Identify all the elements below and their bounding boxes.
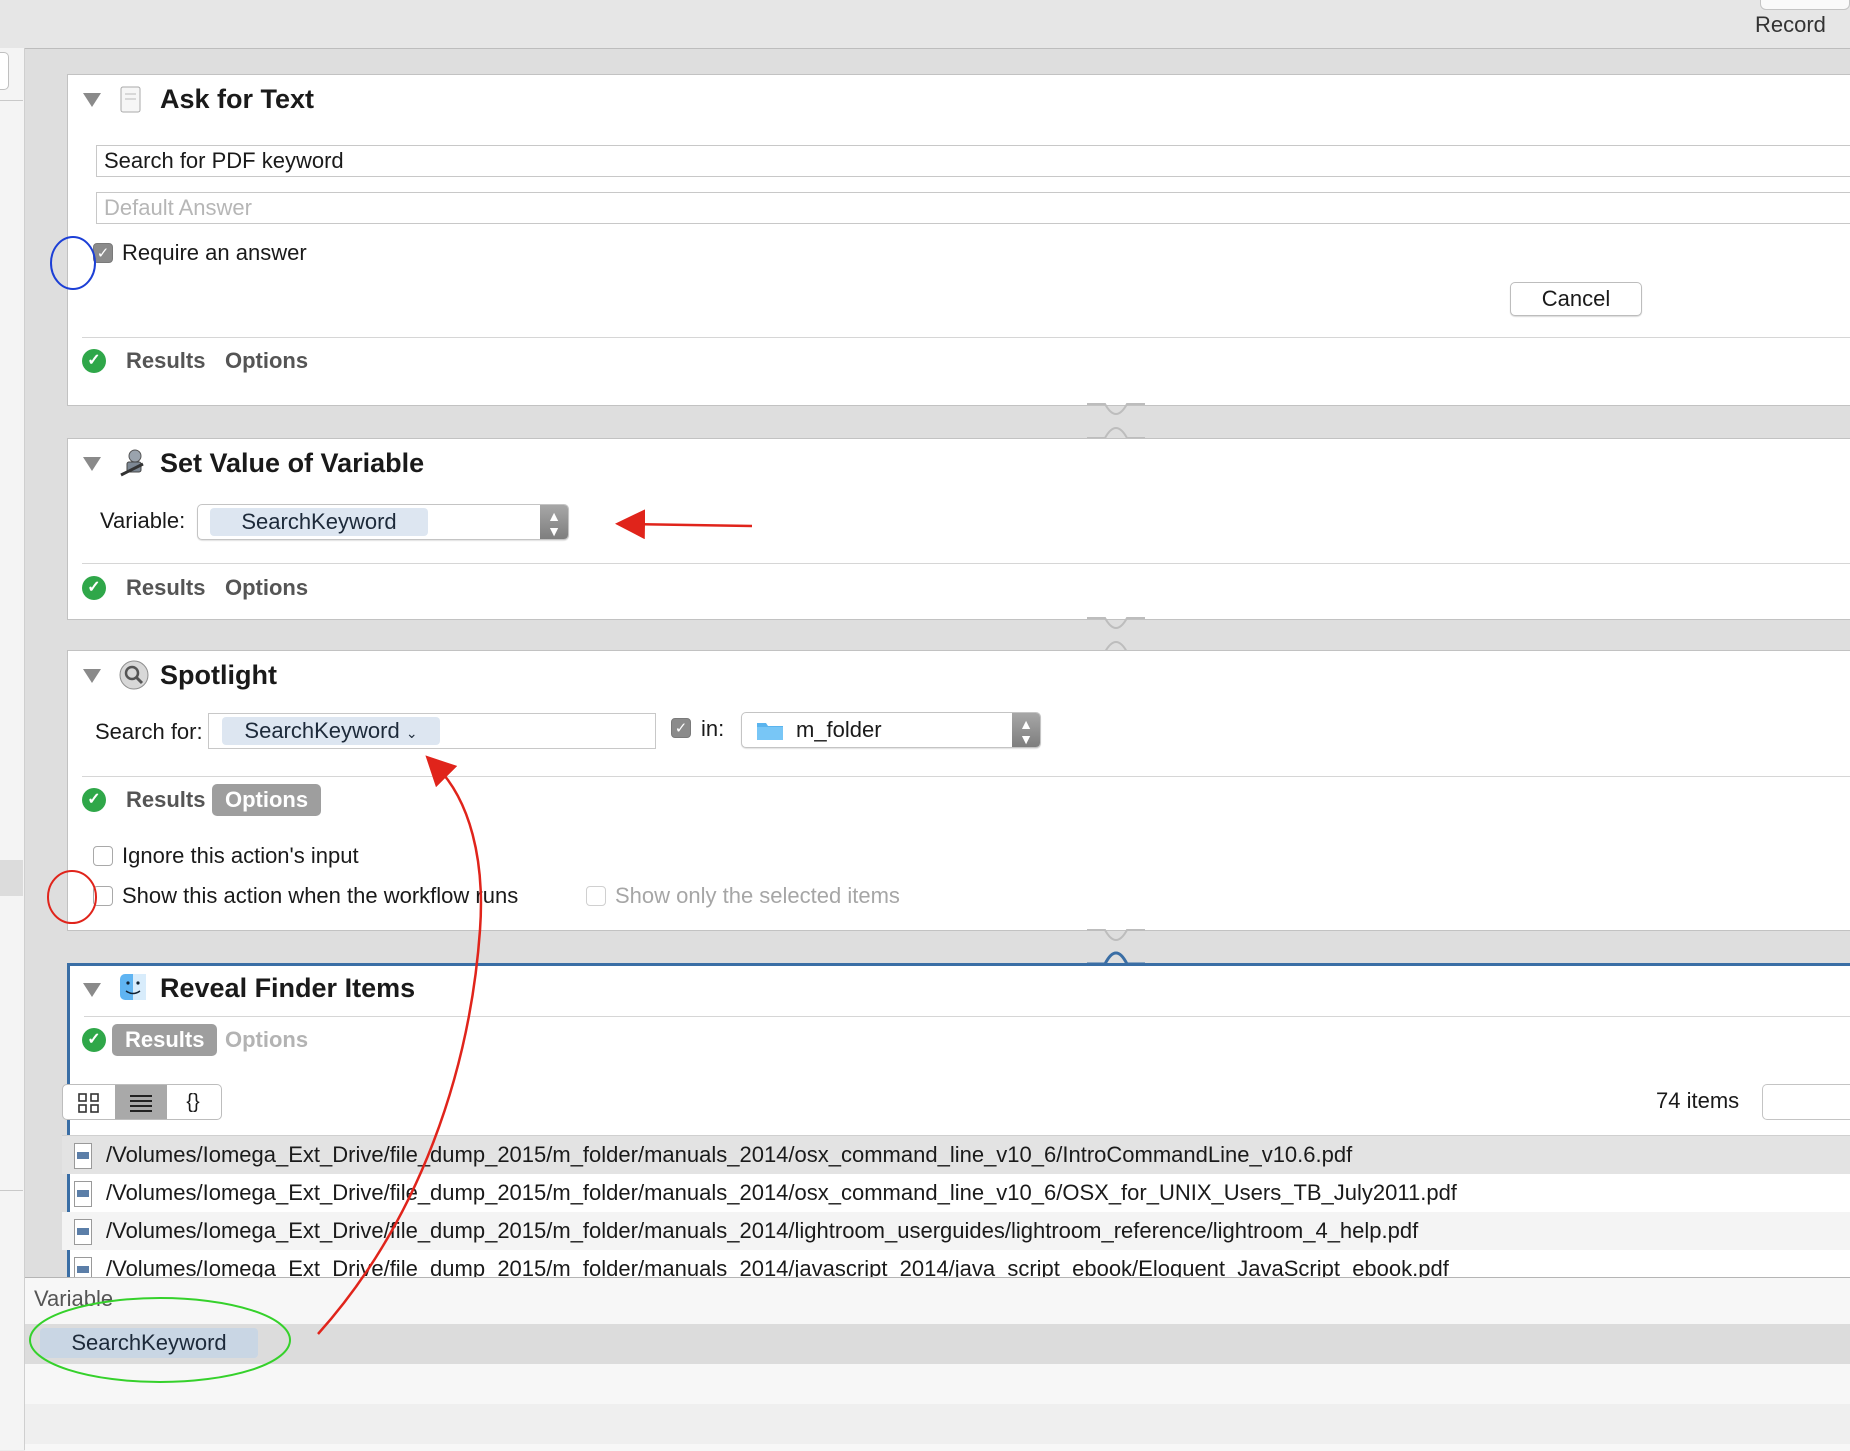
tab-options[interactable]: Options <box>212 784 322 816</box>
disclosure-triangle-icon[interactable] <box>83 669 101 683</box>
results-search-field[interactable] <box>1762 1084 1850 1120</box>
tab-options[interactable]: Options <box>212 572 321 604</box>
items-count: 74 items <box>1656 1088 1740 1113</box>
action-set-value-of-variable[interactable]: Set Value of Variable Variable: SearchKe… <box>67 438 1850 620</box>
tab-options[interactable]: Options <box>212 345 321 377</box>
search-for-label: Search for: <box>95 719 203 744</box>
cancel-button[interactable]: Cancel <box>1510 282 1642 316</box>
success-check-icon: ✓ <box>82 1028 106 1052</box>
tab-results[interactable]: Results <box>113 345 218 377</box>
search-for-field[interactable]: SearchKeyword ⌄ <box>208 713 656 749</box>
row-path: /Volumes/Iomega_Ext_Drive/file_dump_2015… <box>106 1180 1457 1205</box>
record-label: Record <box>1755 12 1826 37</box>
variable-label: Variable: <box>100 508 186 533</box>
sidebar-button[interactable] <box>0 52 9 90</box>
success-check-icon: ✓ <box>82 349 106 373</box>
spotlight-icon <box>118 659 150 691</box>
show-action-label: Show this action when the workflow runs <box>122 883 519 908</box>
folder-icon <box>756 719 784 741</box>
action-connector <box>1087 929 1145 966</box>
ignore-input-label: Ignore this action's input <box>122 843 359 868</box>
variable-robot-icon <box>118 447 148 479</box>
record-button[interactable] <box>1760 0 1850 10</box>
view-segmented-control[interactable]: {} <box>62 1084 222 1120</box>
row-path: /Volumes/Iomega_Ext_Drive/file_dump_2015… <box>106 1256 1449 1277</box>
table-row[interactable]: /Volumes/Iomega_Ext_Drive/file_dump_2015… <box>62 1250 1850 1277</box>
window-toolbar <box>0 0 1850 49</box>
action-title: Reveal Finder Items <box>160 973 416 1003</box>
in-checkbox[interactable]: ✓ <box>671 718 691 738</box>
pdf-file-icon <box>74 1257 92 1277</box>
action-title: Spotlight <box>160 660 277 690</box>
folder-label: m_folder <box>796 717 882 742</box>
show-action-checkbox[interactable] <box>93 886 113 906</box>
in-label: in: <box>701 716 725 741</box>
variable-row[interactable] <box>25 1324 1850 1364</box>
show-selected-label: Show only the selected items <box>615 883 900 908</box>
pdf-file-icon <box>74 1219 92 1246</box>
require-answer-label: Require an answer <box>122 240 307 265</box>
library-sidebar <box>0 48 25 1450</box>
disclosure-triangle-icon[interactable] <box>83 457 101 471</box>
sidebar-divider <box>0 1190 23 1191</box>
list-view-icon[interactable] <box>115 1085 167 1119</box>
variable-token: SearchKeyword <box>210 508 428 536</box>
sidebar-selected-item[interactable] <box>0 860 23 896</box>
variable-popup[interactable]: SearchKeyword ▲ ▼ <box>197 504 569 540</box>
sidebar-divider <box>0 100 23 101</box>
action-title: Set Value of Variable <box>160 448 425 478</box>
variable-row-empty <box>25 1364 1850 1404</box>
tab-results[interactable]: Results <box>112 1024 218 1056</box>
disclosure-triangle-icon[interactable] <box>83 983 101 997</box>
tab-results[interactable]: Results <box>113 572 218 604</box>
success-check-icon: ✓ <box>82 576 106 600</box>
divider <box>82 776 1850 777</box>
braces-view-icon[interactable]: {} <box>167 1085 219 1119</box>
action-spotlight[interactable]: Spotlight Search for: SearchKeyword ⌄ ✓ … <box>67 650 1850 931</box>
divider <box>82 563 1850 564</box>
table-row[interactable]: /Volumes/Iomega_Ext_Drive/file_dump_2015… <box>62 1136 1850 1174</box>
default-answer-field[interactable]: Default Answer <box>96 192 1850 224</box>
action-title: Ask for Text <box>160 84 315 114</box>
variable-row-empty <box>25 1404 1850 1444</box>
workflow-canvas: Ask for Text Search for PDF keyword Defa… <box>25 49 1850 1309</box>
tab-results[interactable]: Results <box>113 784 218 816</box>
divider <box>82 337 1850 338</box>
question-field[interactable]: Search for PDF keyword <box>96 145 1850 177</box>
pdf-file-icon <box>74 1181 92 1208</box>
folder-popup[interactable]: m_folder ▲ ▼ <box>741 712 1041 748</box>
action-ask-for-text[interactable]: Ask for Text Search for PDF keyword Defa… <box>67 74 1850 406</box>
row-path: /Volumes/Iomega_Ext_Drive/file_dump_2015… <box>106 1218 1419 1243</box>
divider <box>84 1016 1850 1017</box>
variable-token[interactable]: SearchKeyword <box>40 1328 258 1358</box>
action-connector <box>1087 403 1145 439</box>
show-selected-checkbox[interactable] <box>586 886 606 906</box>
finder-icon <box>118 972 148 1002</box>
variable-column-header: Variable <box>34 1286 114 1311</box>
row-path: /Volumes/Iomega_Ext_Drive/file_dump_2015… <box>106 1142 1353 1167</box>
table-row[interactable]: /Volumes/Iomega_Ext_Drive/file_dump_2015… <box>62 1174 1850 1212</box>
chevron-down-icon: ⌄ <box>405 725 418 741</box>
ask-for-text-icon <box>118 85 144 115</box>
tab-options[interactable]: Options <box>212 1024 321 1056</box>
require-answer-checkbox[interactable]: ✓ <box>93 243 113 263</box>
success-check-icon: ✓ <box>82 788 106 812</box>
disclosure-triangle-icon[interactable] <box>83 93 101 107</box>
grid-view-icon[interactable] <box>63 1085 115 1119</box>
ignore-input-checkbox[interactable] <box>93 846 113 866</box>
search-token-label: SearchKeyword <box>244 718 400 743</box>
popup-stepper-icon: ▲ ▼ <box>1012 713 1040 747</box>
pdf-file-icon <box>74 1143 92 1170</box>
search-keyword-token[interactable]: SearchKeyword ⌄ <box>222 717 440 745</box>
table-row[interactable]: /Volumes/Iomega_Ext_Drive/file_dump_2015… <box>62 1212 1850 1250</box>
action-connector <box>1087 617 1145 653</box>
popup-stepper-icon: ▲ ▼ <box>540 505 568 539</box>
